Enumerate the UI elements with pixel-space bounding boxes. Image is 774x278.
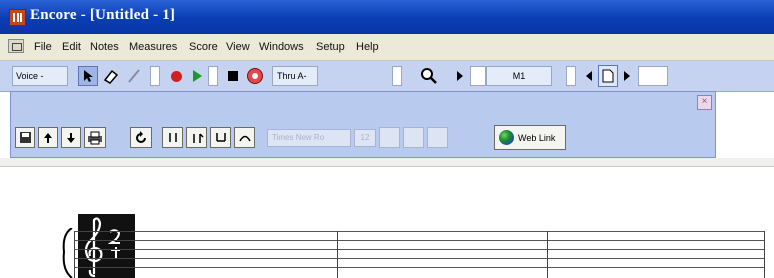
font-size-field[interactable]: 12 <box>354 129 376 147</box>
record-icon[interactable] <box>166 66 186 86</box>
title-bar: Encore - [Untitled - 1] <box>0 0 774 34</box>
magnifier-icon[interactable] <box>418 65 440 87</box>
barline <box>74 231 75 278</box>
barline <box>337 231 338 278</box>
palette-close-button[interactable]: × <box>697 95 712 110</box>
page-icon[interactable] <box>598 65 618 87</box>
align-left-button[interactable] <box>379 127 400 148</box>
stem-down-icon[interactable] <box>186 127 207 148</box>
barline <box>764 231 765 278</box>
font-field[interactable]: Times New Ro <box>267 129 351 147</box>
panic-icon[interactable] <box>244 65 266 87</box>
prev-arrow-icon[interactable] <box>582 66 596 86</box>
main-toolbar: Voice - Thru A- M1 <box>0 61 774 92</box>
menu-edit[interactable]: Edit <box>62 41 81 53</box>
system-menu-icon[interactable] <box>8 39 24 53</box>
menu-help[interactable]: Help <box>356 41 379 53</box>
stop-icon[interactable] <box>224 66 242 86</box>
beam-icon[interactable] <box>210 127 231 148</box>
stem-up-icon[interactable] <box>162 127 183 148</box>
web-link-label: Web Link <box>518 132 556 143</box>
voice-dropdown[interactable]: Voice - <box>12 66 68 86</box>
staff-line <box>74 240 764 241</box>
menu-setup[interactable]: Setup <box>316 41 345 53</box>
window-title: Encore - [Untitled - 1] <box>30 7 176 23</box>
time-signature-icon <box>108 229 121 259</box>
menu-score[interactable]: Score <box>189 41 218 53</box>
selected-clef-highlight[interactable] <box>78 214 135 278</box>
menu-windows[interactable]: Windows <box>259 41 304 53</box>
next-page-arrow-icon[interactable] <box>452 66 468 86</box>
staff-line <box>74 267 764 268</box>
score-area[interactable] <box>0 158 774 278</box>
down-arrow-icon[interactable] <box>61 127 81 148</box>
thru-dropdown[interactable]: Thru A- <box>272 66 318 86</box>
menu-measures[interactable]: Measures <box>129 41 177 53</box>
globe-icon <box>499 130 514 145</box>
menu-notes[interactable]: Notes <box>90 41 119 53</box>
toolbar-divider <box>150 66 160 86</box>
toolbar-divider-2 <box>208 66 218 86</box>
staff-line <box>74 231 764 232</box>
tie-icon[interactable] <box>234 127 255 148</box>
eraser-icon[interactable] <box>100 66 122 86</box>
treble-clef-icon <box>84 217 103 278</box>
tool-palette: × Times New Ro 12 Web Link <box>10 91 716 158</box>
toolbar-divider-3 <box>392 66 402 86</box>
pencil-icon[interactable] <box>124 66 144 86</box>
next-arrow-icon[interactable] <box>620 66 634 86</box>
save-icon[interactable] <box>15 127 35 148</box>
web-link-button[interactable]: Web Link <box>494 125 566 150</box>
staff-brace <box>62 228 73 278</box>
measure-field[interactable]: M1 <box>486 66 552 86</box>
app-icon <box>9 9 26 26</box>
barline <box>547 231 548 278</box>
arrow-pointer-icon[interactable] <box>78 66 98 86</box>
toolbar-divider-5 <box>566 66 576 86</box>
up-arrow-icon[interactable] <box>38 127 58 148</box>
menu-view[interactable]: View <box>226 41 250 53</box>
staff-line <box>74 249 764 250</box>
play-icon[interactable] <box>188 66 206 86</box>
menu-file[interactable]: File <box>34 41 52 53</box>
print-icon[interactable] <box>84 127 106 148</box>
align-right-button[interactable] <box>427 127 448 148</box>
rotate-icon[interactable] <box>130 127 152 148</box>
align-center-button[interactable] <box>403 127 424 148</box>
toolbar-divider-4 <box>470 66 486 86</box>
menu-bar: File Edit Notes Measures Score View Wind… <box>0 34 774 61</box>
staff-line <box>74 258 764 259</box>
score-frame-top <box>0 158 774 167</box>
toolbar-divider-6 <box>638 66 668 86</box>
